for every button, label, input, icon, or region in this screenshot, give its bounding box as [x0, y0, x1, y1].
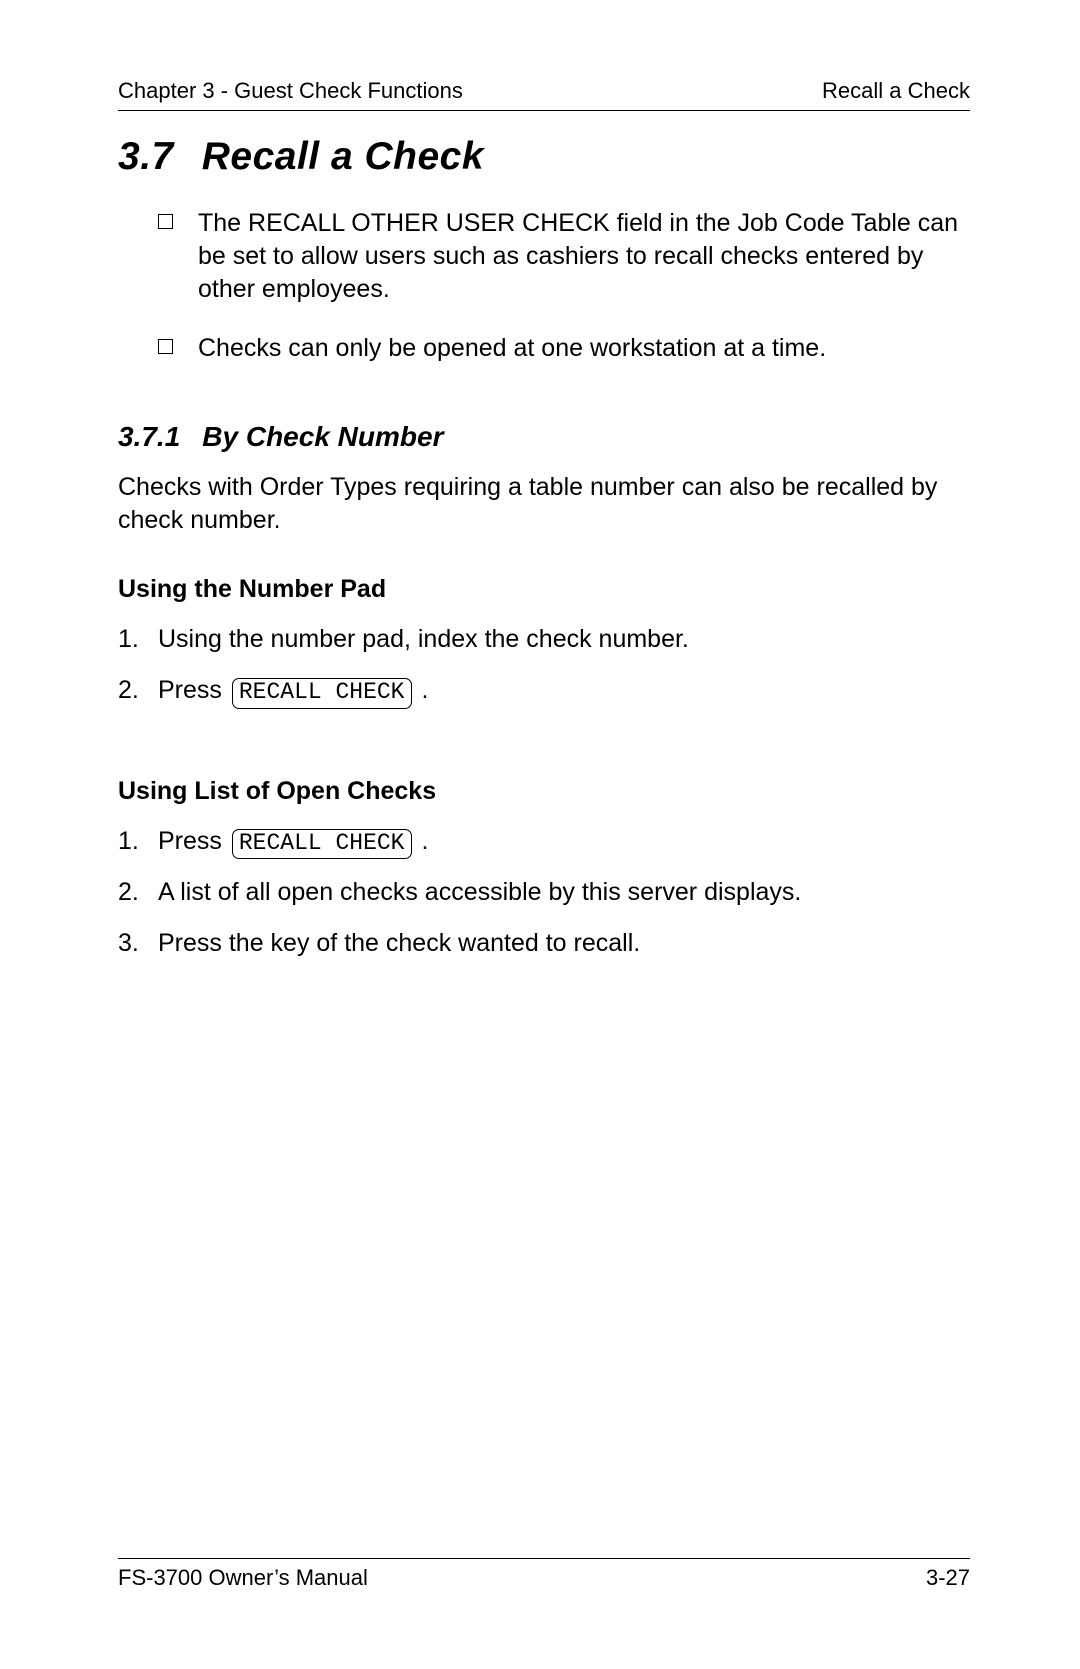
block2-list: Press RECALL CHECK . A list of all open … — [118, 824, 970, 962]
list-item: A list of all open checks accessible by … — [118, 875, 970, 910]
step-suffix: . — [415, 827, 429, 855]
step-prefix: Press — [158, 827, 229, 855]
header-left: Chapter 3 - Guest Check Functions — [118, 78, 463, 104]
keycap-recall-check: RECALL CHECK — [232, 829, 412, 860]
header-right: Recall a Check — [822, 78, 970, 104]
subsection-intro: Checks with Order Types requiring a tabl… — [118, 471, 970, 537]
block1-list: Using the number pad, index the check nu… — [118, 622, 970, 709]
subsection-title-text: By Check Number — [202, 421, 443, 452]
block-open-checks: Using List of Open Checks Press RECALL C… — [118, 777, 970, 962]
page-container: Chapter 3 - Guest Check Functions Recall… — [0, 0, 1080, 1669]
block2-heading: Using List of Open Checks — [118, 777, 970, 806]
footer-left: FS-3700 Owner’s Manual — [118, 1565, 368, 1591]
bullet-list: The RECALL OTHER USER CHECK field in the… — [118, 207, 970, 365]
list-item: Press the key of the check wanted to rec… — [118, 926, 970, 961]
subsection-number: 3.7.1 — [118, 421, 180, 452]
keycap-recall-check: RECALL CHECK — [232, 678, 412, 709]
footer-right: 3-27 — [926, 1565, 970, 1591]
step-prefix: Press — [158, 676, 229, 704]
page-header: Chapter 3 - Guest Check Functions Recall… — [118, 78, 970, 111]
step-suffix: . — [415, 676, 429, 704]
list-item: Press RECALL CHECK . — [118, 673, 970, 709]
block1-heading: Using the Number Pad — [118, 575, 970, 604]
section-number: 3.7 — [118, 135, 174, 178]
section-title: 3.7 Recall a Check — [118, 135, 970, 179]
bullet-item: The RECALL OTHER USER CHECK field in the… — [158, 207, 970, 306]
bullet-item: Checks can only be opened at one worksta… — [158, 332, 970, 365]
subsection-title: 3.7.1 By Check Number — [118, 421, 970, 453]
list-item: Using the number pad, index the check nu… — [118, 622, 970, 657]
section-title-text: Recall a Check — [202, 135, 484, 178]
list-item: Press RECALL CHECK . — [118, 824, 970, 860]
page-footer: FS-3700 Owner’s Manual 3-27 — [118, 1558, 970, 1591]
block-number-pad: Using the Number Pad Using the number pa… — [118, 575, 970, 709]
